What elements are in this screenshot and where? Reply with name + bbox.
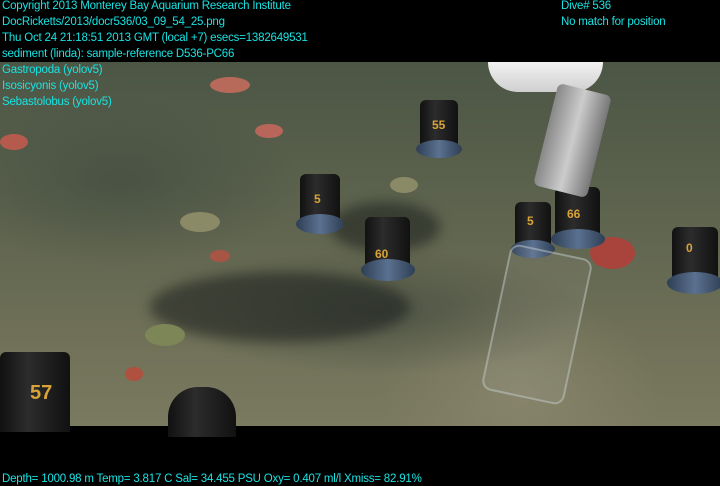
anemone xyxy=(125,367,143,381)
push-core: 0 xyxy=(667,227,720,307)
annotation-text: sediment (linda): sample-reference D536-… xyxy=(2,48,235,60)
sensor-readout: Depth= 1000.98 m Temp= 3.817 C Sal= 34.4… xyxy=(2,473,422,485)
manipulator-arm xyxy=(488,62,603,92)
gastropod xyxy=(180,212,220,232)
push-core-held: 66 xyxy=(550,187,605,257)
video-frame: 55 5 60 5 66 0 57 Copyright 2013 Montere… xyxy=(0,0,720,486)
gastropod xyxy=(145,324,185,346)
detection-label: Sebastolobus (yolov5) xyxy=(2,96,112,108)
rockfish xyxy=(0,134,28,150)
detection-label: Isosicyonis (yolov5) xyxy=(2,80,99,92)
detection-label: Gastropoda (yolov5) xyxy=(2,64,103,76)
seafloor-photo: 55 5 60 5 66 0 57 xyxy=(0,62,720,437)
push-core: 57 xyxy=(0,352,70,432)
gastropod xyxy=(390,177,418,193)
file-path-text: DocRicketts/2013/docr536/03_09_54_25.png xyxy=(2,16,225,28)
sea-star xyxy=(210,250,230,262)
push-core: 5 xyxy=(296,174,344,254)
sea-star xyxy=(255,124,283,138)
position-status: No match for position xyxy=(561,16,666,28)
push-core xyxy=(168,387,236,437)
copyright-text: Copyright 2013 Monterey Bay Aquarium Res… xyxy=(2,0,291,12)
timestamp-text: Thu Oct 24 21:18:51 2013 GMT (local +7) … xyxy=(2,32,308,44)
sea-star xyxy=(210,77,250,93)
push-core: 55 xyxy=(416,100,462,175)
push-core: 60 xyxy=(360,217,415,302)
dive-number: Dive# 536 xyxy=(561,0,611,12)
